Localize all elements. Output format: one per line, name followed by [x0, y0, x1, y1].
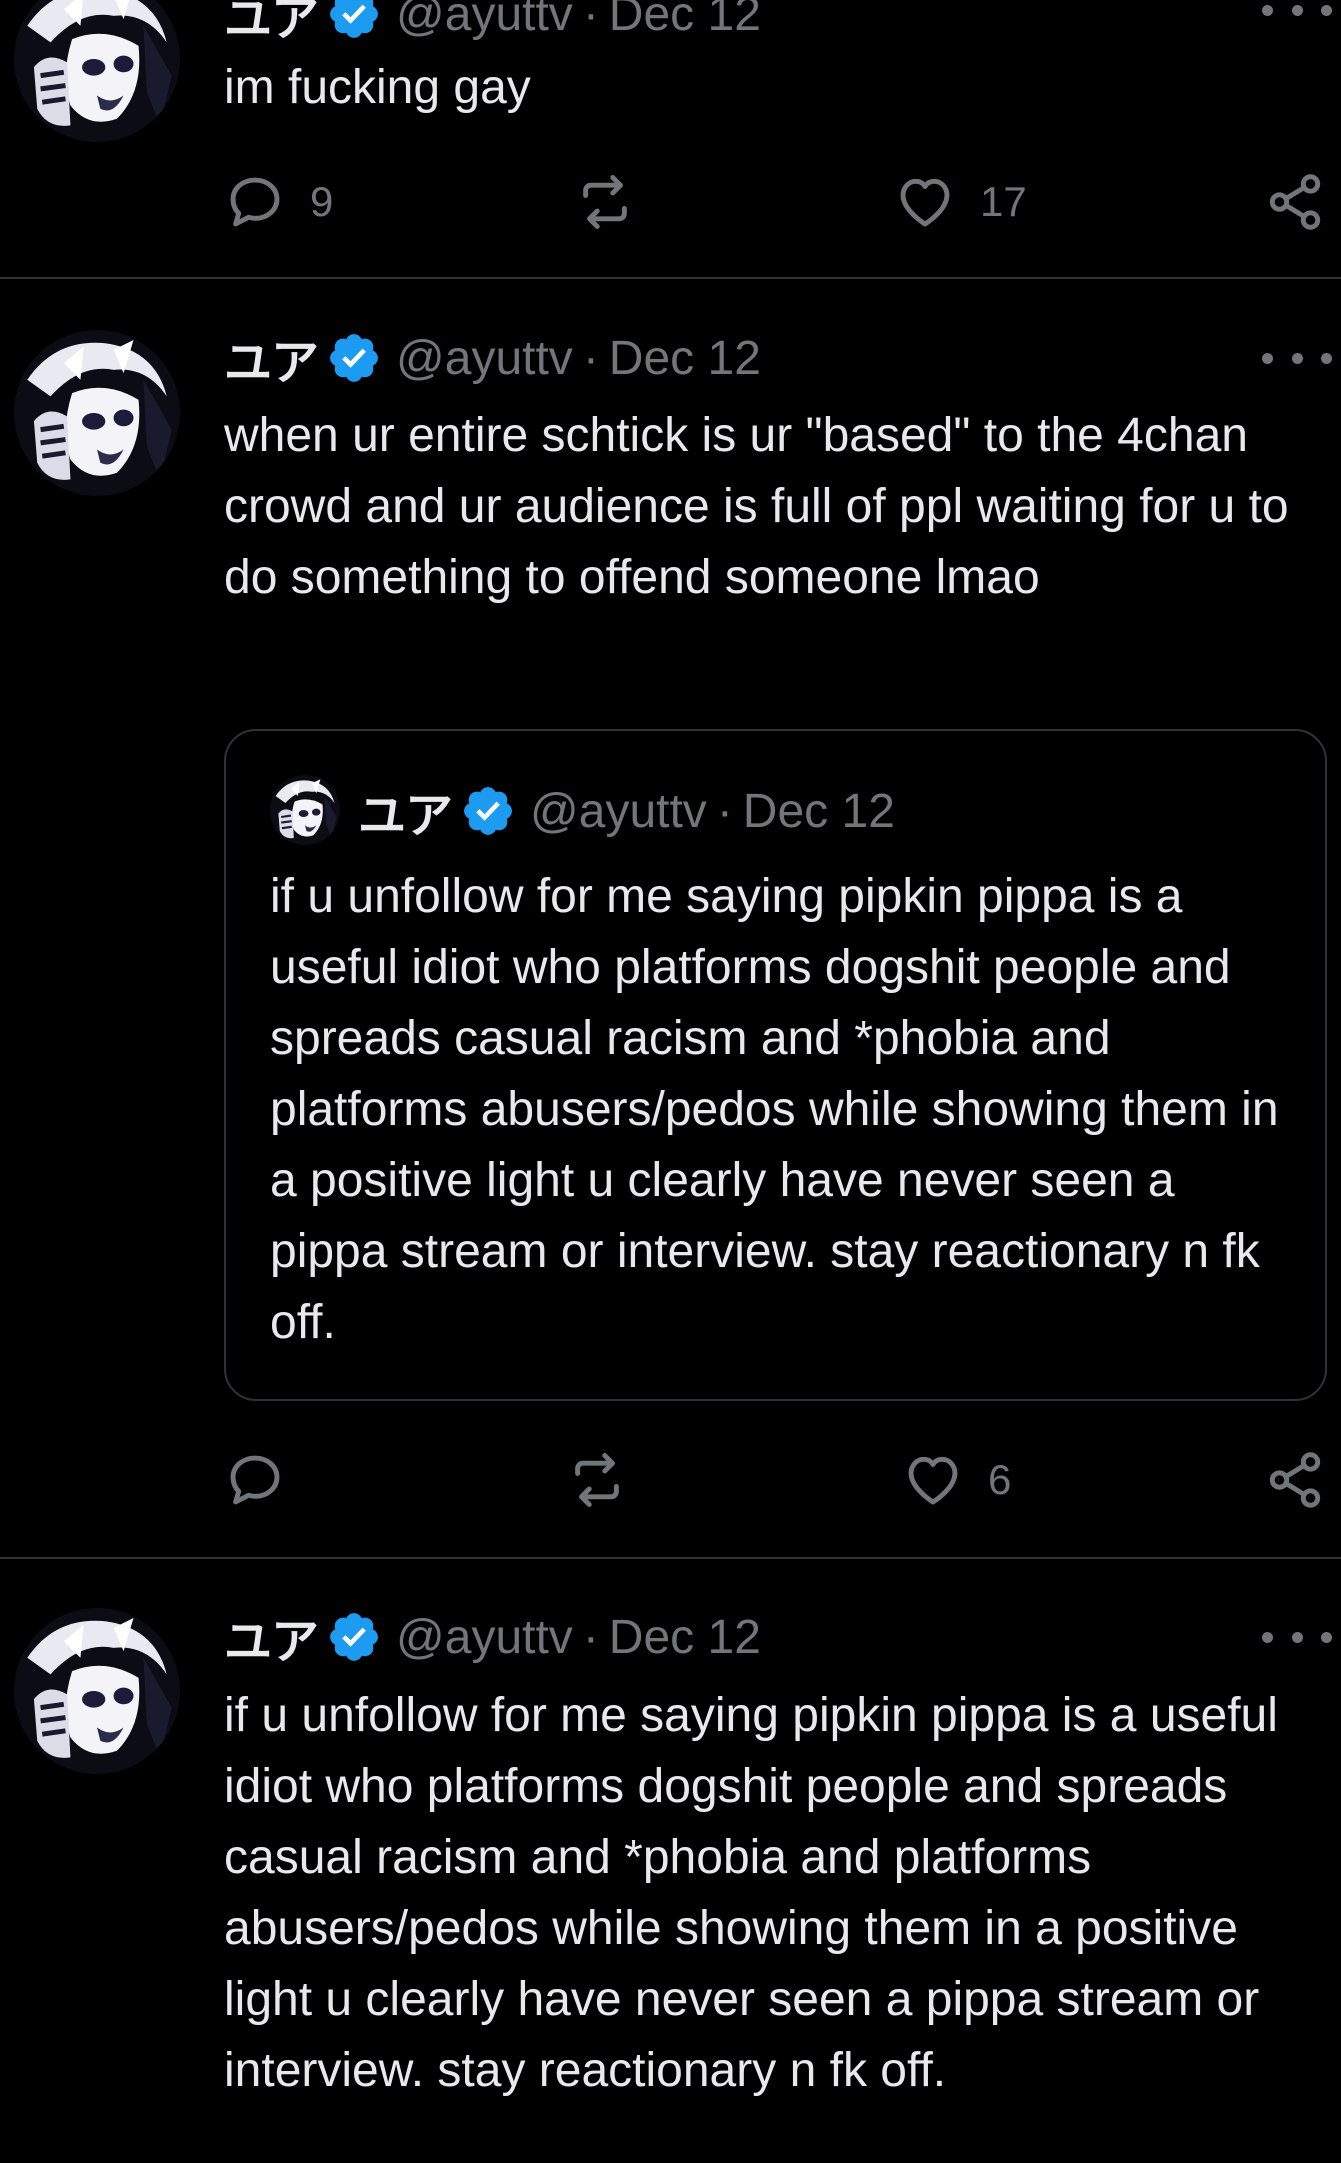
like-count: 6	[988, 1456, 1012, 1503]
avatar[interactable]	[14, 0, 180, 142]
verified-badge-icon	[326, 0, 382, 42]
tweet-text: if u unfollow for me saying pipkin pippa…	[224, 1689, 1292, 2097]
share-button[interactable]	[1264, 1445, 1326, 1515]
quoted-date: Dec 12	[742, 784, 895, 838]
quoted-handle: @ayuttv	[530, 784, 707, 838]
tweet-date[interactable]: Dec 12	[609, 1610, 761, 1665]
heart-icon	[894, 171, 956, 233]
tweet-date[interactable]: Dec 12	[609, 331, 761, 386]
reply-icon	[224, 171, 286, 233]
handle[interactable]: @ayuttv	[396, 1610, 573, 1665]
tweet-header: ユア @ayuttv · Dec 12	[224, 328, 761, 391]
quoted-tweet[interactable]: ユア @ayuttv · Dec 12 if u unfollow for me…	[224, 729, 1327, 1401]
quoted-display-name: ユア	[358, 790, 453, 843]
avatar[interactable]	[14, 1608, 180, 1774]
like-button[interactable]: 17	[894, 167, 1027, 237]
more-options-icon[interactable]	[1262, 0, 1332, 30]
display-name[interactable]: ユア	[224, 1602, 319, 1672]
quoted-avatar	[270, 775, 340, 845]
tweet-header: ユア @ayuttv · Dec 12	[224, 1607, 761, 1670]
verified-badge-icon	[460, 783, 516, 839]
tweet-header: ユア @ayuttv · Dec 12	[224, 0, 761, 46]
tweet-actions: 9 17	[224, 167, 1334, 237]
quoted-header: ユア @ayuttv · Dec 12	[358, 781, 895, 844]
reply-button[interactable]	[224, 1445, 286, 1515]
separator: ·	[582, 1610, 599, 1664]
more-options-icon[interactable]	[1262, 1617, 1332, 1657]
separator: ·	[582, 331, 599, 385]
tweet-text: when ur entire schtick is ur "based" to …	[224, 409, 1302, 604]
avatar[interactable]	[14, 330, 180, 496]
separator: ·	[716, 784, 733, 838]
reply-button[interactable]: 9	[224, 167, 333, 237]
share-button[interactable]	[1264, 167, 1326, 237]
tweet-text: im fucking gay	[224, 61, 531, 114]
display-name[interactable]: ユア	[224, 323, 319, 393]
display-name[interactable]: ユア	[224, 0, 319, 49]
like-count: 17	[980, 178, 1027, 225]
divider	[0, 277, 1341, 279]
handle[interactable]: @ayuttv	[396, 331, 573, 386]
share-icon	[1264, 1449, 1326, 1511]
verified-badge-icon	[326, 330, 382, 386]
like-button[interactable]: 6	[902, 1445, 1011, 1515]
reply-count: 9	[310, 178, 334, 225]
handle[interactable]: @ayuttv	[396, 0, 573, 42]
retweet-icon	[572, 171, 638, 233]
retweet-button[interactable]	[564, 1445, 630, 1515]
retweet-button[interactable]	[572, 167, 638, 237]
tweet-date[interactable]: Dec 12	[609, 0, 761, 42]
share-icon	[1264, 171, 1326, 233]
retweet-icon	[564, 1449, 630, 1511]
verified-badge-icon	[326, 1609, 382, 1665]
reply-icon	[224, 1449, 286, 1511]
separator: ·	[582, 0, 599, 41]
more-options-icon[interactable]	[1262, 338, 1332, 378]
divider	[0, 1557, 1341, 1559]
heart-icon	[902, 1449, 964, 1511]
quoted-text: if u unfollow for me saying pipkin pippa…	[270, 870, 1292, 1349]
tweet-actions: 6	[224, 1445, 1334, 1515]
